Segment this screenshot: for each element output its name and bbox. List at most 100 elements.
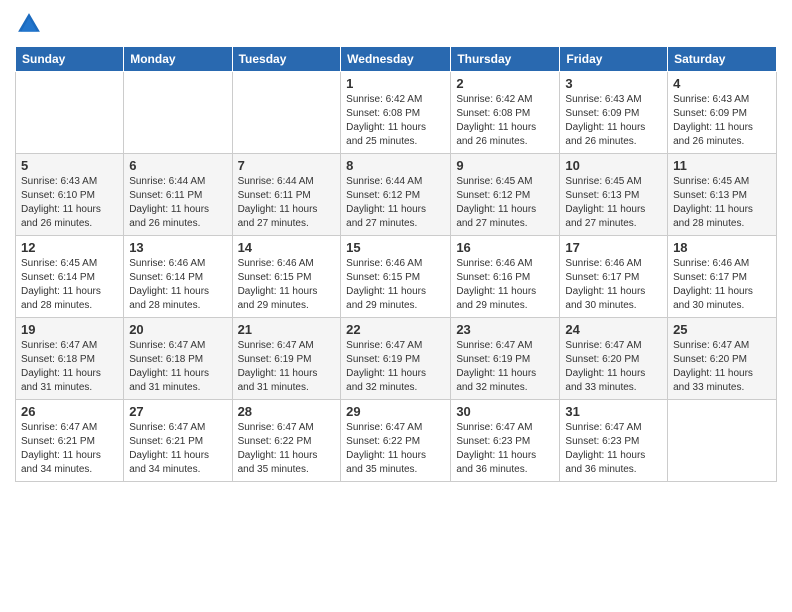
calendar-cell: 7Sunrise: 6:44 AMSunset: 6:11 PMDaylight… xyxy=(232,154,341,236)
day-info: Sunrise: 6:45 AMSunset: 6:13 PMDaylight:… xyxy=(673,175,771,231)
day-number: 17 xyxy=(565,240,662,255)
logo-icon xyxy=(15,10,43,38)
day-info: Sunrise: 6:47 AMSunset: 6:23 PMDaylight:… xyxy=(565,421,662,477)
day-number: 21 xyxy=(238,322,336,337)
day-number: 2 xyxy=(456,76,554,91)
day-number: 4 xyxy=(673,76,771,91)
calendar-cell: 2 Sunrise: 6:42 AMSunset: 6:08 PMDaylight… xyxy=(451,72,560,154)
day-info: Sunrise: 6:47 AMSunset: 6:22 PMDaylight:… xyxy=(238,421,336,477)
calendar-week-5: 26 Sunrise: 6:47 AMSunset: 6:21 PMDayligh… xyxy=(16,400,777,482)
calendar-week-3: 12Sunrise: 6:45 AMSunset: 6:14 PMDayligh… xyxy=(16,236,777,318)
calendar-cell: 9 Sunrise: 6:45 AMSunset: 6:12 PMDaylight… xyxy=(451,154,560,236)
day-info: Sunrise: 6:43 AMSunset: 6:09 PMDaylight:… xyxy=(673,93,771,149)
day-info: Sunrise: 6:42 AMSunset: 6:08 PMDaylight:… xyxy=(456,93,554,149)
calendar-cell: 15 Sunrise: 6:46 AMSunset: 6:15 PMDayligh… xyxy=(341,236,451,318)
day-info: Sunrise: 6:45 AMSunset: 6:12 PMDaylight:… xyxy=(456,175,554,231)
day-number: 8 xyxy=(346,158,445,173)
day-info: Sunrise: 6:47 AMSunset: 6:19 PMDaylight:… xyxy=(456,339,554,395)
calendar-cell: 27 Sunrise: 6:47 AMSunset: 6:21 PMDayligh… xyxy=(124,400,232,482)
calendar-cell: 4 Sunrise: 6:43 AMSunset: 6:09 PMDaylight… xyxy=(668,72,777,154)
calendar-cell: 20 Sunrise: 6:47 AMSunset: 6:18 PMDayligh… xyxy=(124,318,232,400)
day-number: 1 xyxy=(346,76,445,91)
day-number: 14 xyxy=(238,240,336,255)
day-number: 16 xyxy=(456,240,554,255)
day-info: Sunrise: 6:47 AMSunset: 6:23 PMDaylight:… xyxy=(456,421,554,477)
calendar-cell: 17 Sunrise: 6:46 AMSunset: 6:17 PMDayligh… xyxy=(560,236,668,318)
day-number: 29 xyxy=(346,404,445,419)
col-friday: Friday xyxy=(560,47,668,72)
day-info: Sunrise: 6:47 AMSunset: 6:20 PMDaylight:… xyxy=(673,339,771,395)
day-number: 26 xyxy=(21,404,118,419)
day-number: 13 xyxy=(129,240,226,255)
day-info: Sunrise: 6:47 AMSunset: 6:21 PMDaylight:… xyxy=(21,421,118,477)
day-number: 22 xyxy=(346,322,445,337)
day-info: Sunrise: 6:47 AMSunset: 6:19 PMDaylight:… xyxy=(238,339,336,395)
day-info: Sunrise: 6:47 AMSunset: 6:21 PMDaylight:… xyxy=(129,421,226,477)
day-info: Sunrise: 6:47 AMSunset: 6:19 PMDaylight:… xyxy=(346,339,445,395)
calendar-cell: 19Sunrise: 6:47 AMSunset: 6:18 PMDayligh… xyxy=(16,318,124,400)
day-number: 25 xyxy=(673,322,771,337)
day-number: 6 xyxy=(129,158,226,173)
day-info: Sunrise: 6:42 AMSunset: 6:08 PMDaylight:… xyxy=(346,93,445,149)
day-number: 3 xyxy=(565,76,662,91)
day-info: Sunrise: 6:46 AMSunset: 6:16 PMDaylight:… xyxy=(456,257,554,313)
day-number: 19 xyxy=(21,322,118,337)
calendar-cell: 24Sunrise: 6:47 AMSunset: 6:20 PMDayligh… xyxy=(560,318,668,400)
calendar-cell: 1 Sunrise: 6:42 AMSunset: 6:08 PMDaylight… xyxy=(341,72,451,154)
day-info: Sunrise: 6:47 AMSunset: 6:22 PMDaylight:… xyxy=(346,421,445,477)
calendar-cell: 13 Sunrise: 6:46 AMSunset: 6:14 PMDayligh… xyxy=(124,236,232,318)
day-number: 7 xyxy=(238,158,336,173)
day-number: 23 xyxy=(456,322,554,337)
day-info: Sunrise: 6:44 AMSunset: 6:11 PMDaylight:… xyxy=(129,175,226,231)
calendar-cell: 23 Sunrise: 6:47 AMSunset: 6:19 PMDayligh… xyxy=(451,318,560,400)
calendar-cell: 16 Sunrise: 6:46 AMSunset: 6:16 PMDayligh… xyxy=(451,236,560,318)
calendar-cell: 12Sunrise: 6:45 AMSunset: 6:14 PMDayligh… xyxy=(16,236,124,318)
col-sunday: Sunday xyxy=(16,47,124,72)
calendar-cell: 6 Sunrise: 6:44 AMSunset: 6:11 PMDaylight… xyxy=(124,154,232,236)
day-number: 30 xyxy=(456,404,554,419)
calendar-cell xyxy=(124,72,232,154)
day-info: Sunrise: 6:46 AMSunset: 6:15 PMDaylight:… xyxy=(346,257,445,313)
day-info: Sunrise: 6:46 AMSunset: 6:15 PMDaylight:… xyxy=(238,257,336,313)
day-info: Sunrise: 6:44 AMSunset: 6:12 PMDaylight:… xyxy=(346,175,445,231)
calendar-cell xyxy=(668,400,777,482)
day-number: 28 xyxy=(238,404,336,419)
day-info: Sunrise: 6:45 AMSunset: 6:13 PMDaylight:… xyxy=(565,175,662,231)
day-info: Sunrise: 6:47 AMSunset: 6:18 PMDaylight:… xyxy=(129,339,226,395)
day-number: 20 xyxy=(129,322,226,337)
day-number: 5 xyxy=(21,158,118,173)
day-number: 9 xyxy=(456,158,554,173)
col-wednesday: Wednesday xyxy=(341,47,451,72)
day-number: 27 xyxy=(129,404,226,419)
calendar-cell xyxy=(232,72,341,154)
calendar-cell: 22 Sunrise: 6:47 AMSunset: 6:19 PMDayligh… xyxy=(341,318,451,400)
day-number: 11 xyxy=(673,158,771,173)
calendar-table: Sunday Monday Tuesday Wednesday Thursday… xyxy=(15,46,777,482)
calendar-cell: 26 Sunrise: 6:47 AMSunset: 6:21 PMDayligh… xyxy=(16,400,124,482)
calendar-cell: 11 Sunrise: 6:45 AMSunset: 6:13 PMDayligh… xyxy=(668,154,777,236)
day-info: Sunrise: 6:45 AMSunset: 6:14 PMDaylight:… xyxy=(21,257,118,313)
day-number: 10 xyxy=(565,158,662,173)
header xyxy=(15,10,777,38)
header-row: Sunday Monday Tuesday Wednesday Thursday… xyxy=(16,47,777,72)
calendar-cell: 25 Sunrise: 6:47 AMSunset: 6:20 PMDayligh… xyxy=(668,318,777,400)
calendar-cell: 18Sunrise: 6:46 AMSunset: 6:17 PMDayligh… xyxy=(668,236,777,318)
calendar-cell: 10 Sunrise: 6:45 AMSunset: 6:13 PMDayligh… xyxy=(560,154,668,236)
calendar-cell: 29 Sunrise: 6:47 AMSunset: 6:22 PMDayligh… xyxy=(341,400,451,482)
calendar-cell: 21 Sunrise: 6:47 AMSunset: 6:19 PMDayligh… xyxy=(232,318,341,400)
calendar-cell xyxy=(16,72,124,154)
calendar-week-1: 1 Sunrise: 6:42 AMSunset: 6:08 PMDaylight… xyxy=(16,72,777,154)
day-number: 24 xyxy=(565,322,662,337)
day-info: Sunrise: 6:46 AMSunset: 6:17 PMDaylight:… xyxy=(673,257,771,313)
day-info: Sunrise: 6:43 AMSunset: 6:09 PMDaylight:… xyxy=(565,93,662,149)
col-thursday: Thursday xyxy=(451,47,560,72)
calendar-week-2: 5Sunrise: 6:43 AMSunset: 6:10 PMDaylight… xyxy=(16,154,777,236)
day-info: Sunrise: 6:46 AMSunset: 6:17 PMDaylight:… xyxy=(565,257,662,313)
calendar-cell: 8 Sunrise: 6:44 AMSunset: 6:12 PMDaylight… xyxy=(341,154,451,236)
col-saturday: Saturday xyxy=(668,47,777,72)
day-info: Sunrise: 6:46 AMSunset: 6:14 PMDaylight:… xyxy=(129,257,226,313)
calendar-cell: 31 Sunrise: 6:47 AMSunset: 6:23 PMDayligh… xyxy=(560,400,668,482)
day-number: 31 xyxy=(565,404,662,419)
day-number: 15 xyxy=(346,240,445,255)
logo xyxy=(15,10,47,38)
